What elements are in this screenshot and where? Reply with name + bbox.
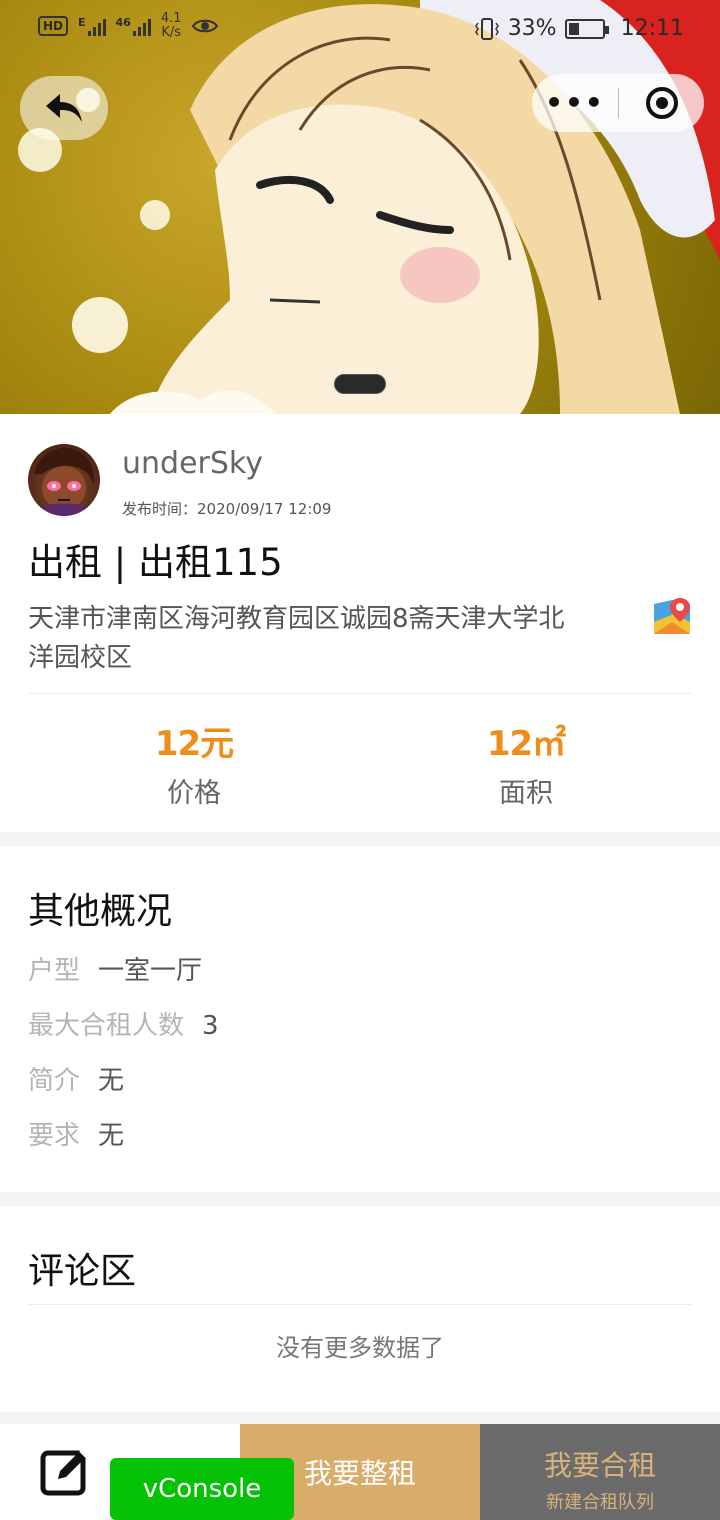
network-speed-value: 4.1 bbox=[160, 11, 182, 26]
network-4g-label: 46 bbox=[115, 16, 131, 29]
overview-title: 其他概况 bbox=[28, 891, 173, 932]
area-label: 面积 bbox=[499, 778, 553, 809]
network-speed: 4.1 K/s bbox=[161, 12, 182, 40]
battery-icon bbox=[564, 18, 609, 39]
info-divider bbox=[28, 693, 692, 694]
publisher-name: underSky bbox=[122, 446, 263, 481]
rent-share-label: 我要合租 bbox=[543, 1449, 656, 1482]
signal-e-icon: E bbox=[78, 16, 106, 36]
area-value: 12㎡ bbox=[486, 724, 566, 764]
price-stat: 12元 价格 bbox=[14, 716, 374, 810]
overview-key: 户型 bbox=[28, 956, 81, 986]
avatar[interactable] bbox=[28, 444, 100, 516]
map-pin-icon bbox=[654, 598, 690, 634]
network-e-label: E bbox=[78, 16, 86, 29]
publish-time-label: 发布时间： bbox=[122, 500, 198, 518]
target-icon bbox=[645, 87, 678, 119]
overview-row-max-tenants: 最大合租人数 3 bbox=[28, 1005, 219, 1042]
overview-key: 要求 bbox=[28, 1121, 81, 1151]
signal-4g-icon: 46 bbox=[116, 16, 151, 36]
back-button[interactable] bbox=[20, 76, 108, 140]
mini-program-capsule: ••• bbox=[532, 74, 704, 132]
hd-indicator: HD bbox=[38, 16, 69, 36]
overview-key: 简介 bbox=[28, 1066, 81, 1096]
listing-address: 天津市津南区海河教育园区诚园8斋天津大学北洋园校区 bbox=[28, 604, 565, 673]
overview-row-requirements: 要求无 bbox=[28, 1115, 124, 1152]
overview-value: 3 bbox=[202, 1011, 219, 1041]
comments-title: 评论区 bbox=[28, 1251, 137, 1292]
carousel-indicator bbox=[334, 374, 386, 394]
overview-row-layout: 户型 一室一厅 bbox=[28, 950, 202, 987]
rent-share-button[interactable]: 我要合租 新建合租队列 bbox=[480, 1424, 720, 1520]
anime-cover-illustration bbox=[18, 0, 720, 414]
vconsole-button[interactable]: vConsole bbox=[110, 1458, 294, 1520]
overview-value: 无 bbox=[98, 1066, 125, 1096]
publish-time-value: 2020/09/17 12:09 bbox=[197, 500, 332, 518]
overview-row-intro: 简介无 bbox=[28, 1060, 124, 1097]
bottom-action-bar: 我要整租 我要合租 新建合租队列 bbox=[0, 1424, 720, 1520]
cover-image[interactable]: HD E 46 4.1 K/s 33% 12:11 ••• bbox=[0, 0, 720, 414]
back-arrow-icon bbox=[46, 94, 82, 122]
eye-icon bbox=[191, 19, 218, 33]
comments-divider bbox=[28, 1304, 692, 1305]
comments-card: 评论区 没有更多数据了 bbox=[0, 1206, 720, 1412]
map-button[interactable] bbox=[652, 596, 692, 636]
listing-title: 出租 | 出租115 bbox=[28, 541, 283, 584]
price-label: 价格 bbox=[167, 778, 221, 809]
publish-time: 发布时间：2020/09/17 12:09 bbox=[122, 498, 331, 519]
overview-card: 其他概况 户型 一室一厅 最大合租人数 3 简介无 要求无 bbox=[0, 846, 720, 1192]
user-avatar-illustration bbox=[34, 447, 95, 516]
status-bar: HD E 46 4.1 K/s 33% 12:11 bbox=[0, 0, 720, 62]
overview-value: 一室一厅 bbox=[98, 956, 203, 986]
close-button[interactable] bbox=[619, 86, 704, 120]
clock: 12:11 bbox=[620, 16, 684, 41]
overview-value: 无 bbox=[98, 1121, 125, 1151]
overview-key: 最大合租人数 bbox=[28, 1011, 185, 1041]
no-more-data-text: 没有更多数据了 bbox=[276, 1334, 444, 1362]
vibrate-icon bbox=[474, 17, 499, 40]
price-value: 12元 bbox=[154, 724, 234, 764]
edit-icon bbox=[40, 1450, 87, 1496]
rent-whole-label: 我要整租 bbox=[303, 1457, 416, 1490]
more-button[interactable]: ••• bbox=[532, 74, 618, 132]
network-speed-unit: K/s bbox=[161, 25, 182, 40]
battery-percent: 33% bbox=[507, 16, 557, 41]
rent-share-sublabel: 新建合租队列 bbox=[546, 1492, 654, 1513]
area-stat: 12㎡ 面积 bbox=[346, 716, 706, 810]
listing-info-card: underSky 发布时间：2020/09/17 12:09 出租 | 出租11… bbox=[0, 414, 720, 832]
